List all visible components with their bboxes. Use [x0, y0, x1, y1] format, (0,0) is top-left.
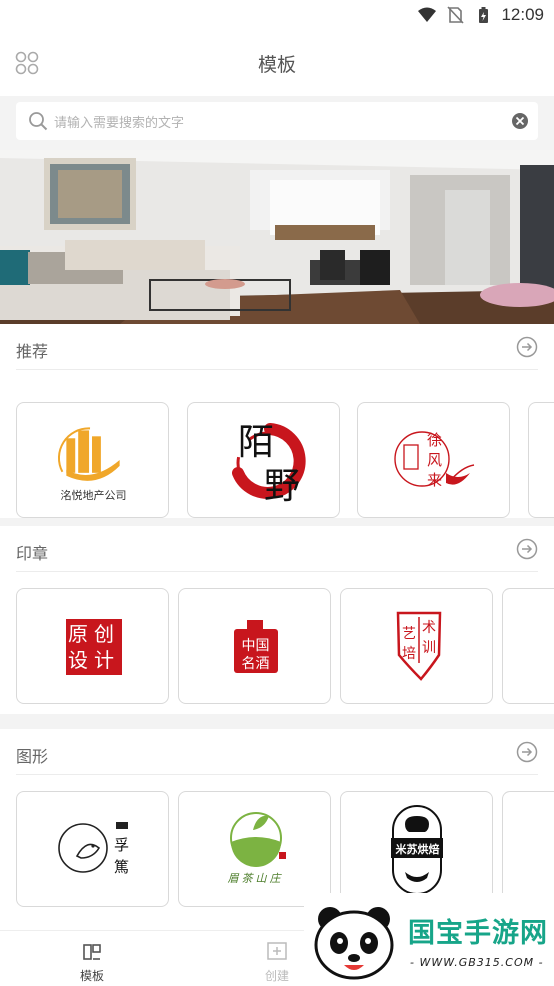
- app-header: 模板: [0, 30, 554, 96]
- card-caption: 眉茶山庄: [227, 872, 284, 885]
- card-char: 野: [264, 466, 301, 507]
- panda-mascot-icon: [314, 907, 394, 980]
- card-caption: 洺悦地产公司: [60, 489, 127, 502]
- arrow-right-circle-icon[interactable]: [516, 336, 538, 358]
- section-seal: 印章 原 创 设 计 中国 名酒 艺 术 培 训: [0, 526, 554, 714]
- nav-label: 模板: [79, 969, 104, 983]
- arrow-right-circle-icon[interactable]: [516, 538, 538, 560]
- divider: [16, 774, 538, 775]
- card-char: 术: [422, 620, 436, 636]
- battery-icon: [479, 7, 489, 23]
- template-icon: [83, 944, 101, 960]
- banner-image[interactable]: [0, 150, 554, 324]
- status-time: 12:09: [501, 5, 544, 24]
- card-char: 设: [68, 648, 88, 672]
- nav-label: 创建: [264, 969, 289, 983]
- wifi-icon: [418, 7, 437, 22]
- template-card-partial[interactable]: [502, 588, 554, 704]
- template-card[interactable]: 艺 术 培 训: [340, 588, 493, 704]
- card-char: 创: [94, 622, 114, 646]
- template-card[interactable]: 陌 野: [187, 402, 340, 518]
- section-header: 印章: [0, 526, 554, 572]
- no-sim-icon: [447, 6, 465, 24]
- search-area: 请输入需要搜索的文字: [0, 96, 554, 150]
- template-card[interactable]: 眉茶山庄: [178, 791, 331, 907]
- section-title: 推荐: [16, 342, 49, 361]
- card-row: 孚 篤 眉茶山庄 米苏烘焙: [0, 791, 554, 909]
- divider: [16, 571, 538, 572]
- card-char: 孚: [114, 836, 130, 854]
- section-header: 推荐: [0, 324, 554, 370]
- watermark-overlay: 国宝手游网 - WWW.GB315.COM -: [304, 893, 554, 986]
- add-icon: [267, 942, 287, 960]
- bird-circle-logo: [58, 822, 128, 873]
- card-char: 原: [68, 622, 88, 646]
- card-char: 篤: [114, 858, 130, 876]
- section-header: 图形: [0, 729, 554, 775]
- card-char: 培: [402, 646, 416, 662]
- template-card[interactable]: 中国 名酒: [178, 588, 331, 704]
- template-card[interactable]: 米苏烘焙: [340, 791, 493, 907]
- nav-item-templates[interactable]: 模板: [47, 935, 137, 985]
- living-room-photo: [0, 150, 554, 324]
- template-card[interactable]: 洺悦地产公司: [16, 402, 169, 518]
- card-row: 原 创 设 计 中国 名酒 艺 术 培 训: [0, 588, 554, 706]
- search-icon: [29, 112, 48, 131]
- section-recommend: 推荐 洺悦地产公司 陌 野 徐 风 来: [0, 324, 554, 518]
- template-card[interactable]: 徐 风 来: [357, 402, 510, 518]
- card-char: 训: [422, 640, 436, 656]
- search-input[interactable]: 请输入需要搜索的文字: [16, 102, 538, 140]
- template-card-partial[interactable]: [502, 791, 554, 907]
- watermark-url: - WWW.GB315.COM -: [410, 956, 544, 969]
- card-char: 风: [427, 451, 443, 469]
- page-title: 模板: [257, 53, 296, 76]
- clear-icon[interactable]: [511, 112, 529, 130]
- template-card-partial[interactable]: [528, 402, 554, 518]
- screen: 12:09 模板 请输入需要搜索的文字 推荐 洺悦地产公司 陌 野 徐 风 来 …: [0, 0, 554, 986]
- arrow-right-circle-icon[interactable]: [516, 741, 538, 763]
- card-text: 中国: [241, 638, 270, 654]
- card-text: 米苏烘焙: [395, 843, 440, 856]
- search-placeholder: 请输入需要搜索的文字: [54, 115, 185, 131]
- tea-leaf-logo: [230, 812, 286, 867]
- card-char: 徐: [427, 431, 443, 449]
- status-bar: 12:09: [0, 0, 554, 30]
- card-text: 名酒: [241, 656, 270, 672]
- art-training-seal: [396, 611, 442, 681]
- grid-menu-icon[interactable]: [14, 50, 40, 76]
- watermark-title: 国宝手游网: [408, 918, 548, 949]
- card-char: 计: [94, 648, 114, 672]
- section-title: 图形: [16, 747, 49, 766]
- card-char: 来: [427, 471, 443, 489]
- template-card[interactable]: 孚 篤: [16, 791, 169, 907]
- divider: [16, 369, 538, 370]
- section-title: 印章: [16, 544, 49, 563]
- card-row: 洺悦地产公司 陌 野 徐 风 来: [0, 402, 554, 520]
- card-char: 艺: [402, 626, 416, 642]
- template-card[interactable]: 原 创 设 计: [16, 588, 169, 704]
